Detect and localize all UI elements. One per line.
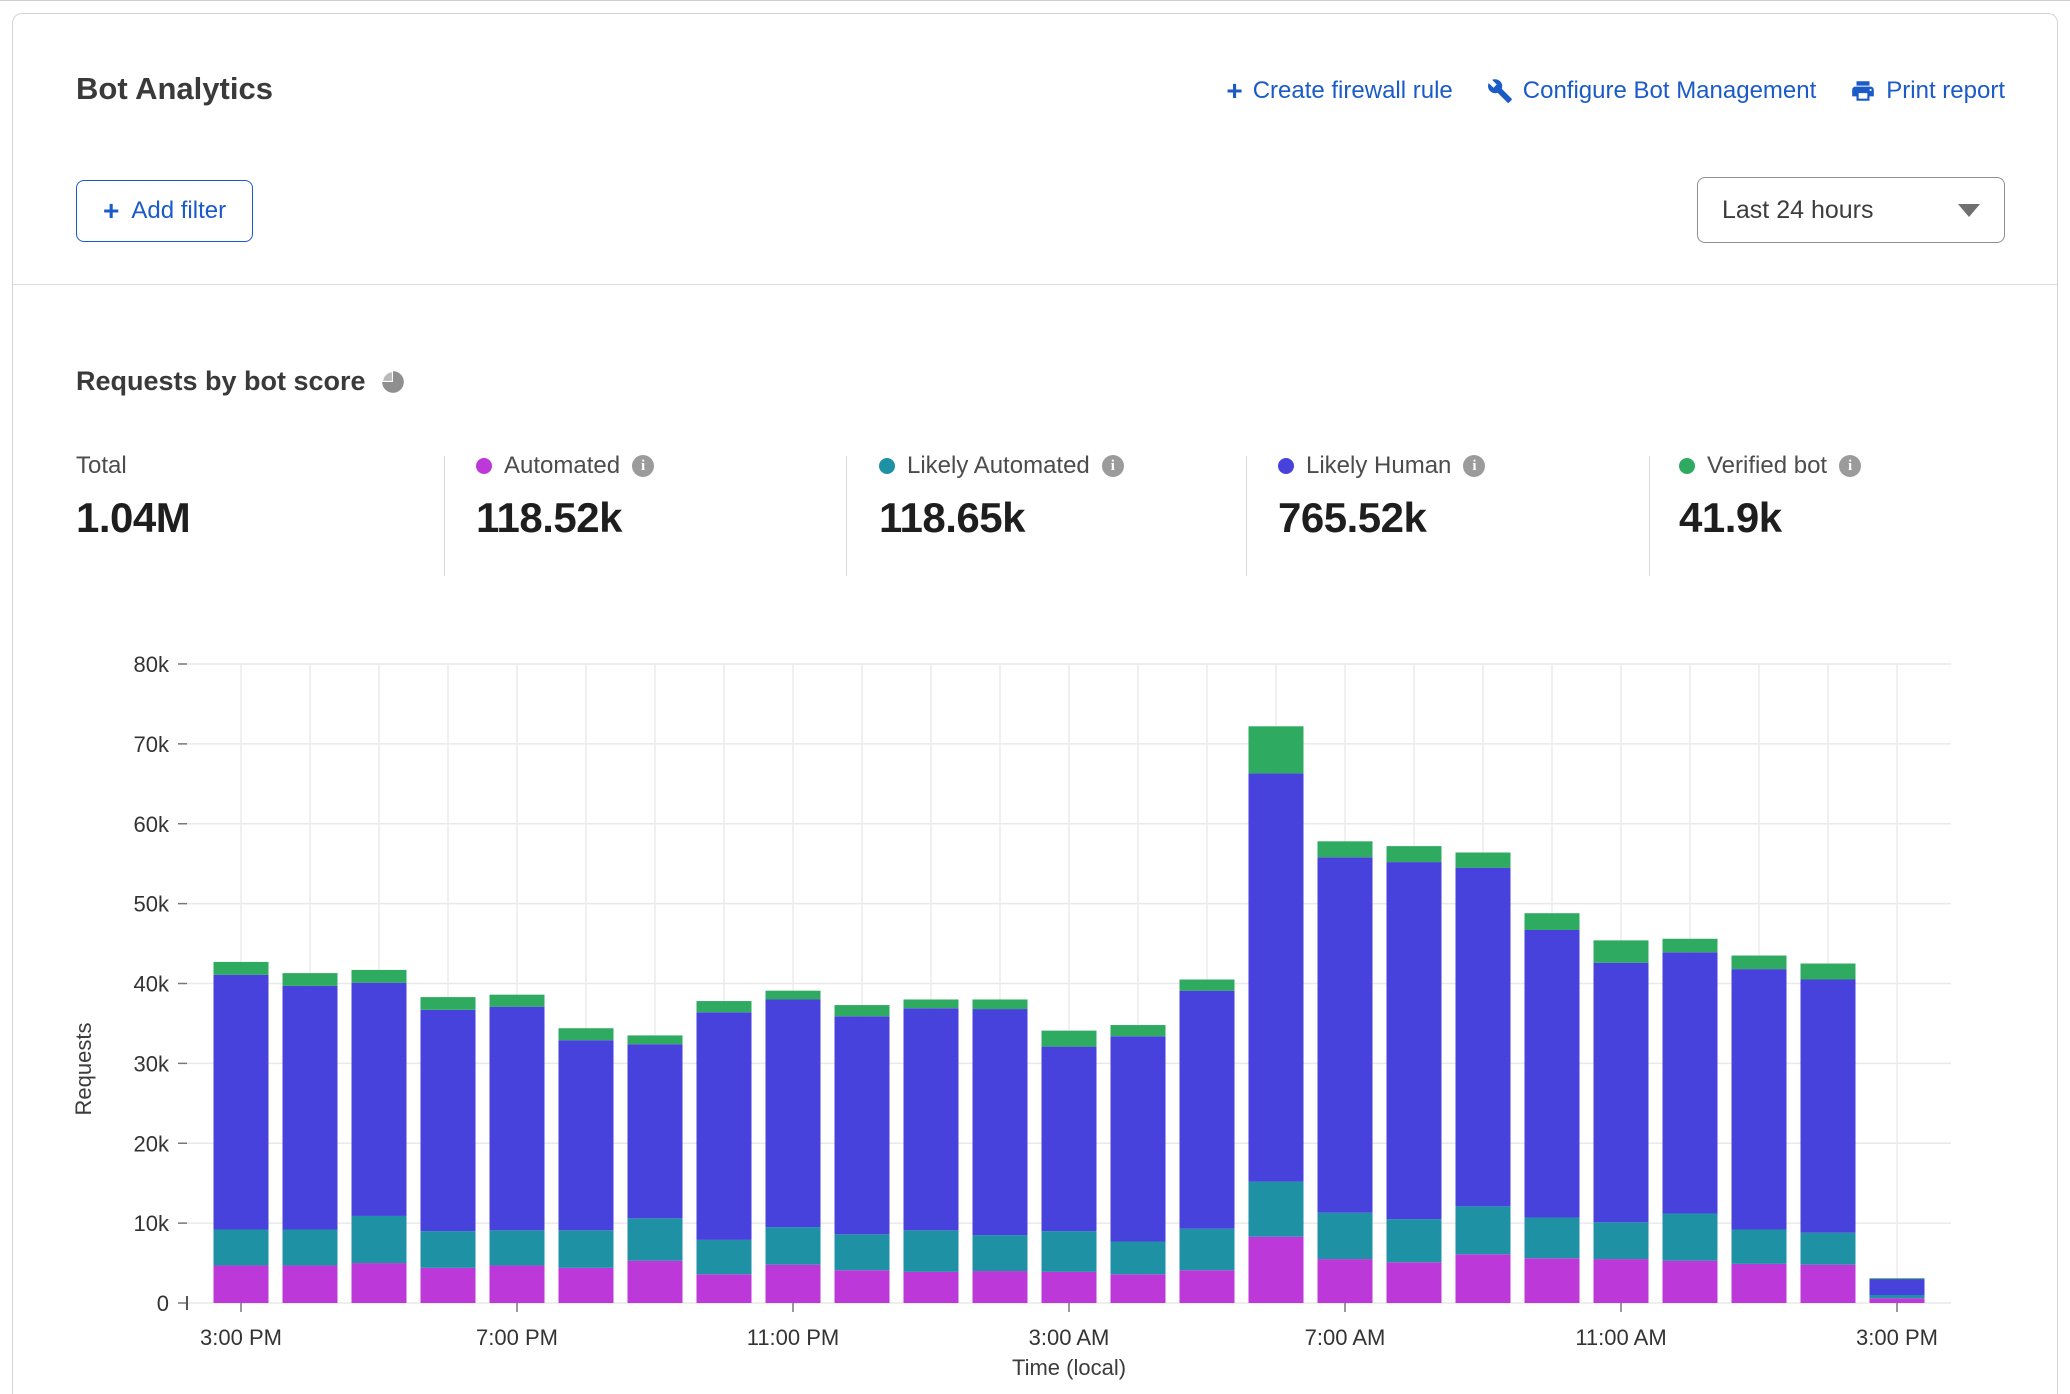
stat-likely-human: Likely Human i 765.52k	[1278, 452, 1485, 542]
svg-text:60k: 60k	[134, 812, 170, 837]
print-report-label: Print report	[1886, 77, 2005, 105]
info-icon[interactable]: i	[1839, 455, 1861, 477]
print-report-link[interactable]: Print report	[1850, 77, 2005, 105]
create-firewall-rule-label: Create firewall rule	[1253, 77, 1453, 105]
page-title: Bot Analytics	[76, 71, 273, 107]
svg-text:3:00 PM: 3:00 PM	[1856, 1325, 1938, 1350]
configure-bot-management-link[interactable]: Configure Bot Management	[1487, 77, 1817, 105]
plus-icon: +	[1226, 77, 1242, 105]
plus-icon: +	[103, 197, 119, 225]
bot-score-stacked-bar-chart: 0 10k 20k 30k 40k 50k 60k 70k 80k 3:00 PM 7:00 PM 1…	[13, 629, 2057, 1394]
bot-analytics-card: Bot Analytics + Create firewall rule Con…	[12, 13, 2058, 1394]
svg-text:7:00 PM: 7:00 PM	[476, 1325, 558, 1350]
stat-automated-value: 118.52k	[476, 494, 654, 542]
stat-likely-automated: Likely Automated i 118.65k	[879, 452, 1124, 542]
svg-text:11:00 PM: 11:00 PM	[747, 1325, 840, 1350]
stat-divider	[846, 456, 847, 576]
stat-total-label: Total	[76, 452, 127, 480]
time-range-value: Last 24 hours	[1722, 196, 1874, 225]
svg-text:11:00 AM: 11:00 AM	[1575, 1325, 1666, 1350]
stat-likely-human-value: 765.52k	[1278, 494, 1485, 542]
svg-text:80k: 80k	[134, 652, 170, 677]
svg-text:20k: 20k	[134, 1131, 170, 1156]
stat-verified-bot-label: Verified bot	[1707, 452, 1827, 480]
stat-divider	[444, 456, 445, 576]
info-icon[interactable]: i	[1102, 455, 1124, 477]
section-title-row: Requests by bot score	[76, 366, 406, 397]
section-title: Requests by bot score	[76, 366, 366, 397]
verified-bot-legend-dot	[1679, 458, 1695, 474]
automated-legend-dot	[476, 458, 492, 474]
stat-verified-bot-value: 41.9k	[1679, 494, 1861, 542]
page-top-divider	[0, 0, 2070, 1]
time-range-select[interactable]: Last 24 hours	[1697, 177, 2005, 243]
printer-icon	[1850, 78, 1876, 104]
header-actions: + Create firewall rule Configure Bot Man…	[1226, 77, 2005, 105]
stat-automated: Automated i 118.52k	[476, 452, 654, 542]
svg-text:Time (local): Time (local)	[1012, 1355, 1126, 1380]
svg-text:0: 0	[157, 1291, 169, 1316]
add-filter-label: Add filter	[131, 197, 226, 225]
stat-divider	[1649, 456, 1650, 576]
stat-total: Total 1.04M	[76, 452, 190, 542]
svg-text:3:00 PM: 3:00 PM	[200, 1325, 282, 1350]
wrench-icon	[1487, 78, 1513, 104]
pie-icon	[380, 369, 406, 395]
stat-likely-human-label: Likely Human	[1306, 452, 1451, 480]
svg-text:3:00 AM: 3:00 AM	[1029, 1325, 1110, 1350]
chevron-down-icon	[1958, 204, 1980, 217]
add-filter-button[interactable]: + Add filter	[76, 180, 253, 242]
likely-automated-legend-dot	[879, 458, 895, 474]
header-divider	[13, 284, 2057, 285]
svg-text:10k: 10k	[134, 1211, 170, 1236]
svg-text:70k: 70k	[134, 732, 170, 757]
svg-text:30k: 30k	[134, 1051, 170, 1076]
stat-likely-automated-value: 118.65k	[879, 494, 1124, 542]
stat-total-value: 1.04M	[76, 494, 190, 542]
svg-text:Requests: Requests	[71, 1023, 96, 1116]
info-icon[interactable]: i	[632, 455, 654, 477]
svg-text:7:00 AM: 7:00 AM	[1305, 1325, 1386, 1350]
info-icon[interactable]: i	[1463, 455, 1485, 477]
configure-bot-management-label: Configure Bot Management	[1523, 77, 1817, 105]
likely-human-legend-dot	[1278, 458, 1294, 474]
chart-area: 0 10k 20k 30k 40k 50k 60k 70k 80k 3:00 PM 7:00 PM 1…	[13, 629, 2057, 1394]
stat-automated-label: Automated	[504, 452, 620, 480]
stat-verified-bot: Verified bot i 41.9k	[1679, 452, 1861, 542]
stats-row: Total 1.04M Automated i 118.52k Likely A…	[13, 452, 2057, 582]
stat-likely-automated-label: Likely Automated	[907, 452, 1090, 480]
svg-text:40k: 40k	[134, 972, 170, 997]
stat-divider	[1246, 456, 1247, 576]
create-firewall-rule-link[interactable]: + Create firewall rule	[1226, 77, 1452, 105]
svg-text:50k: 50k	[134, 892, 170, 917]
